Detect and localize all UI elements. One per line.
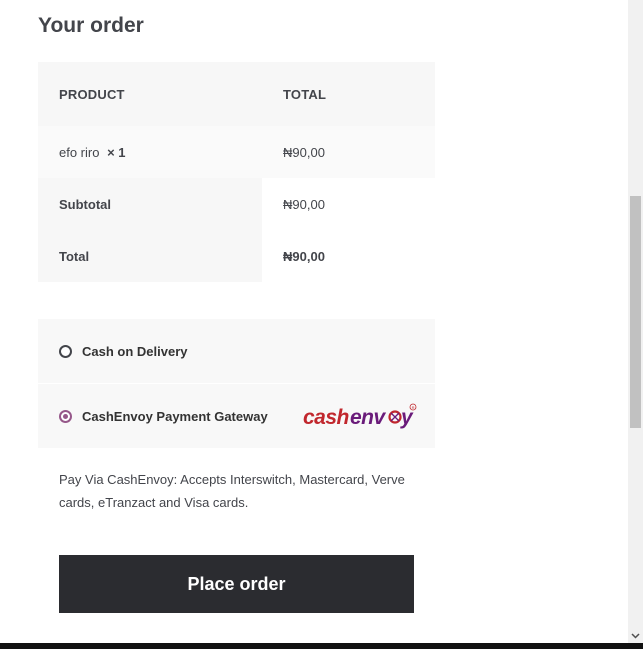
subtotal-label: Subtotal <box>59 196 111 212</box>
total-row: Total ₦90,00 <box>38 230 435 282</box>
order-review-table: PRODUCT TOTAL efo riro × 1 ₦90,00 Subtot… <box>38 62 435 282</box>
cashenvoy-logo: cash env y R <box>303 403 417 429</box>
bottom-edge-bar <box>0 643 643 649</box>
vertical-scrollbar[interactable] <box>628 0 643 643</box>
product-column-header: PRODUCT <box>59 86 125 102</box>
payment-methods: Cash on Delivery CashEnvoy Payment Gatew… <box>38 319 435 448</box>
subtotal-row: Subtotal ₦90,00 <box>38 178 435 230</box>
table-header-row: PRODUCT TOTAL <box>38 62 435 126</box>
cashenvoy-label[interactable]: CashEnvoy Payment Gateway <box>82 409 268 424</box>
subtotal-value: ₦90,00 <box>283 196 325 212</box>
cod-label[interactable]: Cash on Delivery <box>82 344 188 359</box>
svg-text:R: R <box>412 405 415 410</box>
total-value: ₦90,00 <box>283 248 325 264</box>
product-name-cell: efo riro × 1 <box>59 145 126 160</box>
product-name: efo riro <box>59 144 100 160</box>
product-quantity: × 1 <box>107 144 126 160</box>
payment-method-cashenvoy[interactable]: CashEnvoy Payment Gateway cash env y R <box>38 384 435 448</box>
total-label: Total <box>59 248 90 264</box>
table-row: efo riro × 1 ₦90,00 <box>38 126 435 178</box>
total-column-header: TOTAL <box>283 86 327 102</box>
svg-text:cash: cash <box>303 406 349 429</box>
page-title: Your order <box>38 14 144 37</box>
scrollbar-thumb[interactable] <box>630 196 641 428</box>
payment-description: Pay Via CashEnvoy: Accepts Interswitch, … <box>59 472 405 510</box>
scroll-down-icon[interactable] <box>628 628 643 643</box>
cod-radio[interactable] <box>59 344 72 358</box>
payment-method-cod[interactable]: Cash on Delivery <box>38 319 435 383</box>
svg-text:env: env <box>350 406 387 429</box>
product-total: ₦90,00 <box>283 144 325 160</box>
cashenvoy-radio[interactable] <box>59 409 72 423</box>
place-order-button[interactable]: Place order <box>59 555 414 613</box>
